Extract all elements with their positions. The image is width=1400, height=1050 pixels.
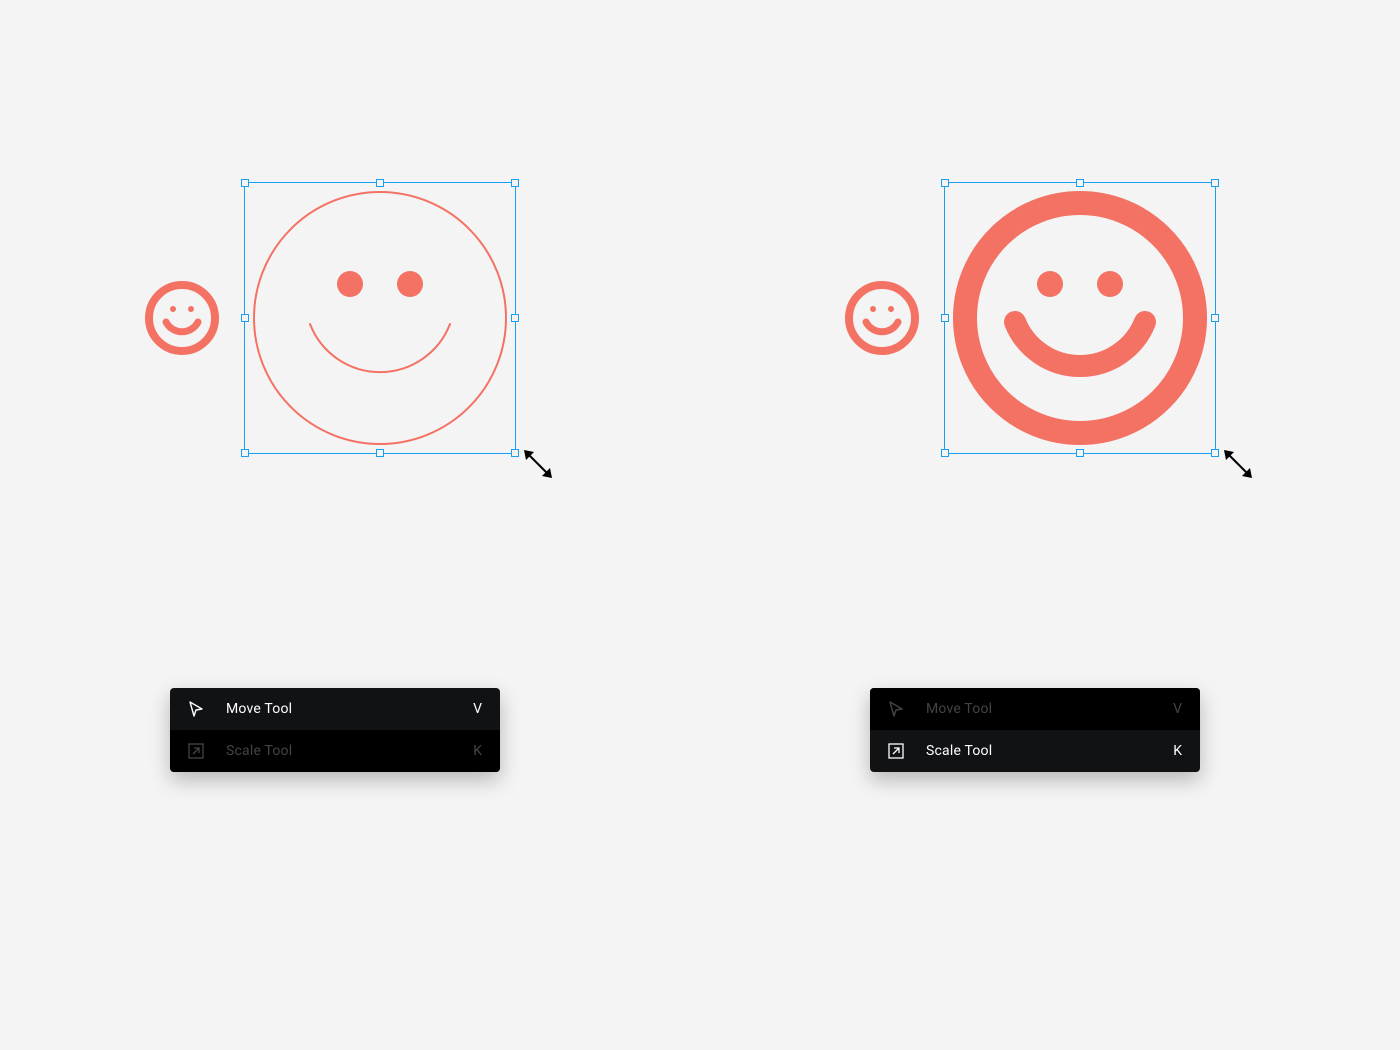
resize-handle-w[interactable]: [941, 314, 949, 322]
selection-box[interactable]: [244, 182, 516, 454]
resize-handle-n[interactable]: [376, 179, 384, 187]
scale-tool-icon: [188, 743, 204, 759]
resize-handle-s[interactable]: [1076, 449, 1084, 457]
resize-handle-ne[interactable]: [1211, 179, 1219, 187]
resize-cursor-icon: [524, 450, 552, 478]
resize-handle-sw[interactable]: [241, 449, 249, 457]
tool-item-move[interactable]: Move Tool V: [170, 688, 500, 730]
tool-label: Move Tool: [226, 701, 473, 717]
resize-handle-e[interactable]: [1211, 314, 1219, 322]
scale-tool-icon: [888, 743, 904, 759]
scale-tool-example: Move Tool V Scale Tool K: [700, 0, 1400, 1050]
tool-shortcut: K: [473, 743, 482, 759]
move-tool-example: Move Tool V Scale Tool K: [0, 0, 700, 1050]
smiley-icon-original: [844, 280, 920, 356]
tool-item-move[interactable]: Move Tool V: [870, 688, 1200, 730]
tool-item-scale[interactable]: Scale Tool K: [870, 730, 1200, 772]
tool-label: Scale Tool: [926, 743, 1173, 759]
tool-shortcut: K: [1173, 743, 1182, 759]
tool-shortcut: V: [1173, 701, 1182, 717]
resize-handle-se[interactable]: [511, 449, 519, 457]
resize-handle-s[interactable]: [376, 449, 384, 457]
tool-item-scale[interactable]: Scale Tool K: [170, 730, 500, 772]
selection-box[interactable]: [944, 182, 1216, 454]
resize-handle-n[interactable]: [1076, 179, 1084, 187]
tool-popup: Move Tool V Scale Tool K: [870, 688, 1200, 772]
resize-handle-nw[interactable]: [941, 179, 949, 187]
resize-handle-se[interactable]: [1211, 449, 1219, 457]
resize-handle-e[interactable]: [511, 314, 519, 322]
move-tool-icon: [188, 701, 204, 717]
smiley-icon-original: [144, 280, 220, 356]
tool-label: Scale Tool: [226, 743, 473, 759]
resize-handle-nw[interactable]: [241, 179, 249, 187]
tool-label: Move Tool: [926, 701, 1173, 717]
move-tool-icon: [888, 701, 904, 717]
resize-handle-w[interactable]: [241, 314, 249, 322]
tool-popup: Move Tool V Scale Tool K: [170, 688, 500, 772]
resize-cursor-icon: [1224, 450, 1252, 478]
resize-handle-ne[interactable]: [511, 179, 519, 187]
resize-handle-sw[interactable]: [941, 449, 949, 457]
tool-shortcut: V: [473, 701, 482, 717]
